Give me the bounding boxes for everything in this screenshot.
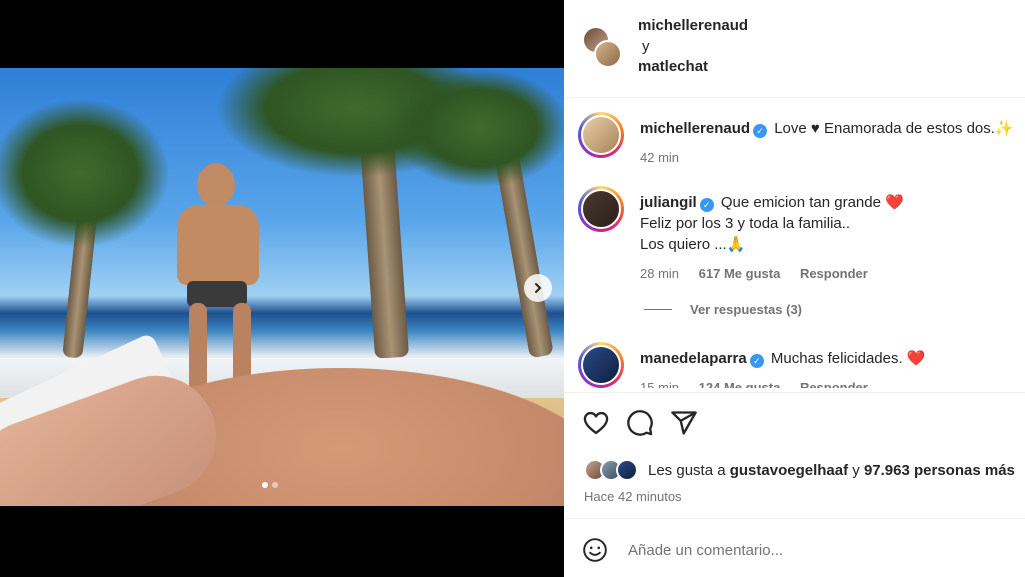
- post-actions: Les gusta a gustavoegelhaaf y 97.963 per…: [564, 392, 1025, 518]
- reply-button[interactable]: Responder: [800, 266, 868, 281]
- man-figure: [175, 163, 265, 393]
- liker-avatars[interactable]: [584, 459, 638, 481]
- avatar[interactable]: [578, 342, 624, 388]
- carousel-dot: [272, 482, 278, 488]
- emoji-icon[interactable]: [582, 537, 608, 563]
- likes-count[interactable]: 97.963 personas más: [864, 462, 1015, 479]
- liker-username[interactable]: gustavoegelhaaf: [730, 462, 848, 479]
- author-conjunction: y: [642, 37, 650, 55]
- media-area: [0, 0, 564, 577]
- divider: [644, 309, 672, 310]
- comments-list: michellerenaud ✓ Love ♥ Enamorada de esto…: [564, 98, 1025, 388]
- likes-prefix: Les gusta a: [648, 461, 726, 479]
- comment-time[interactable]: 28 min: [640, 266, 679, 281]
- add-comment-bar: [564, 518, 1025, 577]
- avatar[interactable]: [578, 186, 624, 232]
- verified-badge-icon: ✓: [699, 198, 714, 212]
- view-replies-label: Ver respuestas (3): [690, 302, 803, 317]
- comment-likes[interactable]: 617 Me gusta: [699, 266, 781, 281]
- comment-username[interactable]: juliangil: [640, 194, 697, 211]
- comment-text: Feliz por los 3 y toda la familia..: [640, 215, 851, 232]
- avatar: [594, 40, 622, 68]
- carousel-dot-active: [262, 482, 268, 488]
- author-username[interactable]: michellerenaud: [638, 16, 748, 37]
- view-replies-button[interactable]: Ver respuestas (3): [644, 302, 802, 317]
- post-photo[interactable]: [0, 68, 564, 506]
- heart-icon[interactable]: [582, 409, 610, 437]
- comment-text: Muchas felicidades. ❤️: [770, 350, 926, 367]
- avatar: [616, 459, 638, 481]
- verified-badge-icon: ✓: [753, 124, 768, 138]
- comment-username[interactable]: michellerenaud: [640, 120, 750, 137]
- avatar[interactable]: [578, 112, 624, 158]
- palm-leaves: [0, 98, 170, 248]
- post-authors: michellerenaud y matlechat: [638, 16, 748, 78]
- chevron-right-icon: [535, 283, 542, 293]
- comment-time[interactable]: 15 min: [640, 380, 679, 388]
- comment-icon[interactable]: [626, 409, 654, 437]
- next-slide-button[interactable]: [524, 274, 552, 302]
- comment-text: Los quiero ...🙏: [640, 236, 746, 253]
- reply-button[interactable]: Responder: [800, 380, 868, 388]
- collab-avatars[interactable]: [582, 26, 622, 68]
- likes-connector: y: [852, 461, 860, 479]
- comment-input[interactable]: [628, 537, 998, 563]
- post-header: michellerenaud y matlechat: [564, 0, 1025, 98]
- comment-text: Love ♥ Enamorada de estos dos.✨: [774, 120, 1014, 137]
- comment-text: Que emicion tan grande ❤️: [720, 194, 904, 211]
- post-side-panel: michellerenaud y matlechat michellerenau…: [564, 0, 1025, 577]
- comment-username[interactable]: manedelaparra: [640, 350, 747, 367]
- likes-summary: Les gusta a gustavoegelhaaf y 97.963 per…: [584, 459, 1015, 481]
- verified-badge-icon: ✓: [749, 354, 764, 368]
- palm-leaves: [390, 68, 564, 188]
- comment-time[interactable]: 42 min: [640, 150, 679, 165]
- post-time[interactable]: Hace 42 minutos: [584, 489, 682, 504]
- carousel-dots: [262, 482, 278, 488]
- comment-likes[interactable]: 124 Me gusta: [699, 380, 781, 388]
- author-username[interactable]: matlechat: [638, 57, 748, 78]
- post-modal: michellerenaud y matlechat michellerenau…: [0, 0, 1025, 577]
- share-icon[interactable]: [670, 409, 698, 437]
